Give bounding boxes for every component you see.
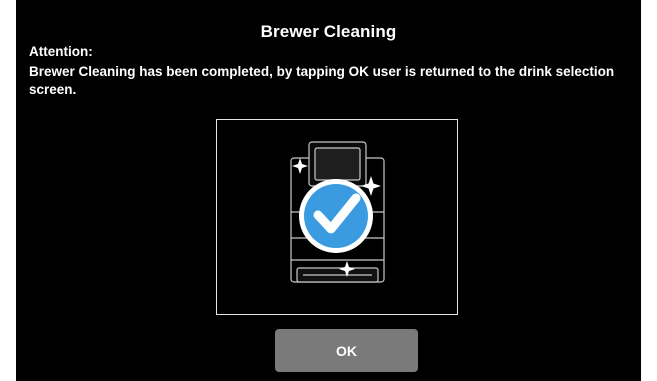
completion-message: Brewer Cleaning has been completed, by t… bbox=[29, 64, 615, 97]
checkmark-icon bbox=[299, 179, 373, 253]
attention-label: Attention: bbox=[29, 44, 93, 59]
dialog-title: Brewer Cleaning bbox=[260, 22, 397, 41]
illustration-canvas bbox=[290, 141, 385, 283]
ok-button[interactable]: OK bbox=[275, 329, 418, 372]
brewer-cleaning-screen: Brewer Cleaning Attention: Brewer Cleani… bbox=[16, 0, 641, 381]
cleaning-complete-illustration bbox=[216, 119, 458, 315]
